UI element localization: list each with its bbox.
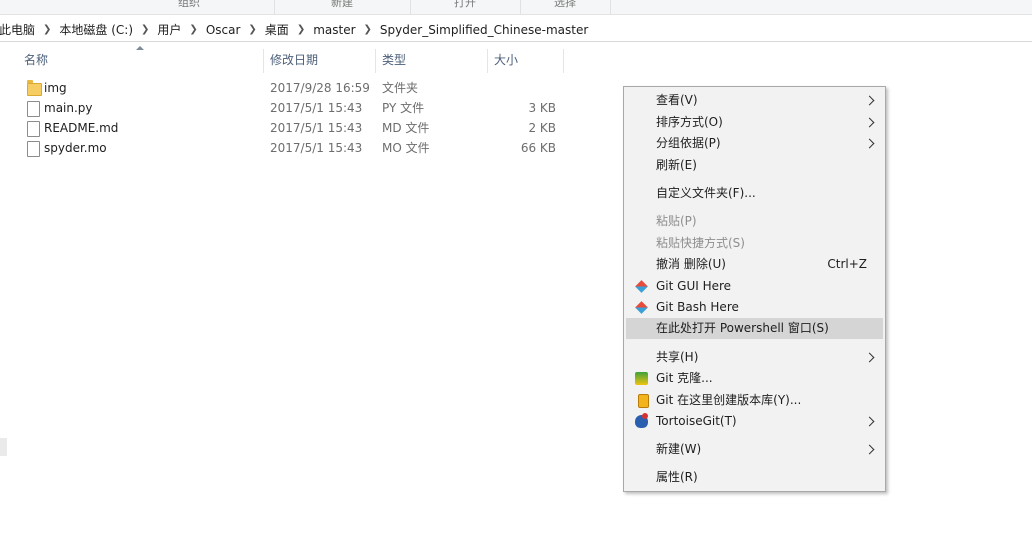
file-name: main.py	[44, 101, 93, 115]
menu-item-customize-folder[interactable]: 自定义文件夹(F)...	[626, 183, 883, 204]
file-type: PY 文件	[382, 101, 425, 115]
menu-item-refresh[interactable]: 刷新(E)	[626, 155, 883, 176]
file-name: README.md	[44, 121, 119, 135]
chevron-right-icon	[864, 117, 875, 128]
ribbon-bar: 组织 新建 打开 选择	[0, 0, 1032, 15]
file-size: 2 KB	[528, 121, 556, 135]
menu-item-paste[interactable]: 粘贴(P)	[626, 211, 883, 232]
file-type: 文件夹	[382, 81, 419, 95]
file-row-img[interactable]: img 2017/9/28 16:59 文件夹	[0, 78, 570, 98]
file-icon	[27, 121, 40, 137]
menu-item-tortoisegit[interactable]: TortoiseGit(T)	[626, 411, 883, 432]
menu-item-label: 排序方式(O)	[656, 115, 723, 129]
git-clone-icon	[635, 372, 648, 385]
chevron-right-icon[interactable]: ❯	[292, 24, 310, 35]
file-size: 66 KB	[520, 141, 556, 155]
file-type: MO 文件	[382, 141, 430, 155]
git-icon	[635, 280, 648, 293]
menu-item-label: 属性(R)	[656, 470, 698, 484]
breadcrumb-master[interactable]: master	[310, 23, 358, 37]
menu-item-git-bash[interactable]: Git Bash Here	[626, 297, 883, 318]
menu-item-shortcut: Ctrl+Z	[827, 257, 867, 271]
column-header-type[interactable]: 类型	[376, 49, 488, 73]
file-row-readme[interactable]: README.md 2017/5/1 15:43 MD 文件 2 KB	[0, 118, 570, 138]
file-row-spyder-mo[interactable]: spyder.mo 2017/5/1 15:43 MO 文件 66 KB	[0, 138, 570, 158]
column-header-size[interactable]: 大小	[488, 49, 564, 73]
file-name: spyder.mo	[44, 141, 107, 155]
breadcrumb-local-disk[interactable]: 本地磁盘 (C:)	[56, 21, 136, 38]
chevron-right-icon[interactable]: ❯	[359, 24, 377, 35]
git-icon	[635, 301, 648, 314]
file-size: 3 KB	[528, 101, 556, 115]
menu-item-share[interactable]: 共享(H)	[626, 347, 883, 368]
menu-item-group[interactable]: 分组依据(P)	[626, 133, 883, 154]
chevron-right-icon[interactable]: ❯	[136, 24, 154, 35]
ribbon-group-select: 选择	[520, 0, 611, 14]
menu-item-paste-shortcut[interactable]: 粘贴快捷方式(S)	[626, 233, 883, 254]
ribbon-group-organize: 组织	[104, 0, 275, 14]
column-header-name[interactable]: 名称	[18, 49, 264, 73]
file-name: img	[44, 81, 67, 95]
git-repository-icon	[638, 394, 649, 408]
chevron-right-icon[interactable]: ❯	[184, 24, 202, 35]
menu-item-label: 查看(V)	[656, 93, 698, 107]
menu-item-label: 撤消 删除(U)	[656, 257, 726, 271]
menu-item-sort[interactable]: 排序方式(O)	[626, 112, 883, 133]
menu-item-label: 粘贴快捷方式(S)	[656, 236, 745, 250]
breadcrumb-oscar[interactable]: Oscar	[203, 23, 244, 37]
chevron-right-icon	[864, 352, 875, 363]
breadcrumb-users[interactable]: 用户	[154, 21, 184, 38]
ribbon-group-new: 新建	[274, 0, 411, 14]
file-icon	[27, 141, 40, 157]
menu-item-label: 共享(H)	[656, 350, 699, 364]
folder-icon	[27, 80, 42, 96]
context-menu: 查看(V) 排序方式(O) 分组依据(P) 刷新(E) 自定义文件夹(F)...…	[623, 86, 886, 492]
breadcrumb-this-pc[interactable]: 此电脑	[0, 21, 38, 38]
chevron-right-icon	[864, 416, 875, 427]
menu-item-properties[interactable]: 属性(R)	[626, 467, 883, 488]
file-date: 2017/5/1 15:43	[270, 141, 363, 155]
breadcrumb[interactable]: 此电脑 ❯ 本地磁盘 (C:) ❯ 用户 ❯ Oscar ❯ 桌面 ❯ mast…	[0, 18, 1032, 42]
navigation-pane-edge	[0, 438, 7, 456]
menu-item-view[interactable]: 查看(V)	[626, 90, 883, 111]
menu-item-git-clone[interactable]: Git 克隆...	[626, 368, 883, 389]
breadcrumb-current-folder[interactable]: Spyder_Simplified_Chinese-master	[377, 23, 591, 37]
chevron-right-icon[interactable]: ❯	[243, 24, 261, 35]
ribbon-group-open: 打开	[410, 0, 521, 14]
menu-item-open-powershell[interactable]: 在此处打开 Powershell 窗口(S)	[626, 318, 883, 339]
column-header-date[interactable]: 修改日期	[264, 49, 376, 73]
menu-item-undo-delete[interactable]: 撤消 删除(U) Ctrl+Z	[626, 254, 883, 275]
breadcrumb-desktop[interactable]: 桌面	[262, 21, 292, 38]
menu-item-new[interactable]: 新建(W)	[626, 439, 883, 460]
menu-item-label: 新建(W)	[656, 442, 702, 456]
menu-item-label: 粘贴(P)	[656, 214, 697, 228]
file-date: 2017/5/1 15:43	[270, 121, 363, 135]
file-type: MD 文件	[382, 121, 430, 135]
file-icon	[27, 101, 40, 117]
menu-item-label: Git Bash Here	[656, 300, 739, 314]
chevron-right-icon	[864, 444, 875, 455]
chevron-right-icon	[864, 138, 875, 149]
chevron-right-icon[interactable]: ❯	[38, 24, 56, 35]
menu-item-label: TortoiseGit(T)	[656, 414, 737, 428]
menu-item-git-gui[interactable]: Git GUI Here	[626, 276, 883, 297]
menu-item-label: Git 在这里创建版本库(Y)...	[656, 393, 802, 407]
file-date: 2017/5/1 15:43	[270, 101, 363, 115]
file-date: 2017/9/28 16:59	[270, 81, 370, 95]
file-row-main-py[interactable]: main.py 2017/5/1 15:43 PY 文件 3 KB	[0, 98, 570, 118]
menu-item-git-create-repo[interactable]: Git 在这里创建版本库(Y)...	[626, 390, 883, 411]
menu-item-label: 刷新(E)	[656, 158, 697, 172]
tortoisegit-icon	[635, 413, 648, 428]
chevron-right-icon	[864, 95, 875, 106]
menu-item-label: 自定义文件夹(F)...	[656, 186, 756, 200]
menu-item-label: Git GUI Here	[656, 279, 732, 293]
menu-item-label: Git 克隆...	[656, 371, 713, 385]
menu-item-label: 在此处打开 Powershell 窗口(S)	[656, 321, 829, 335]
menu-item-label: 分组依据(P)	[656, 136, 721, 150]
